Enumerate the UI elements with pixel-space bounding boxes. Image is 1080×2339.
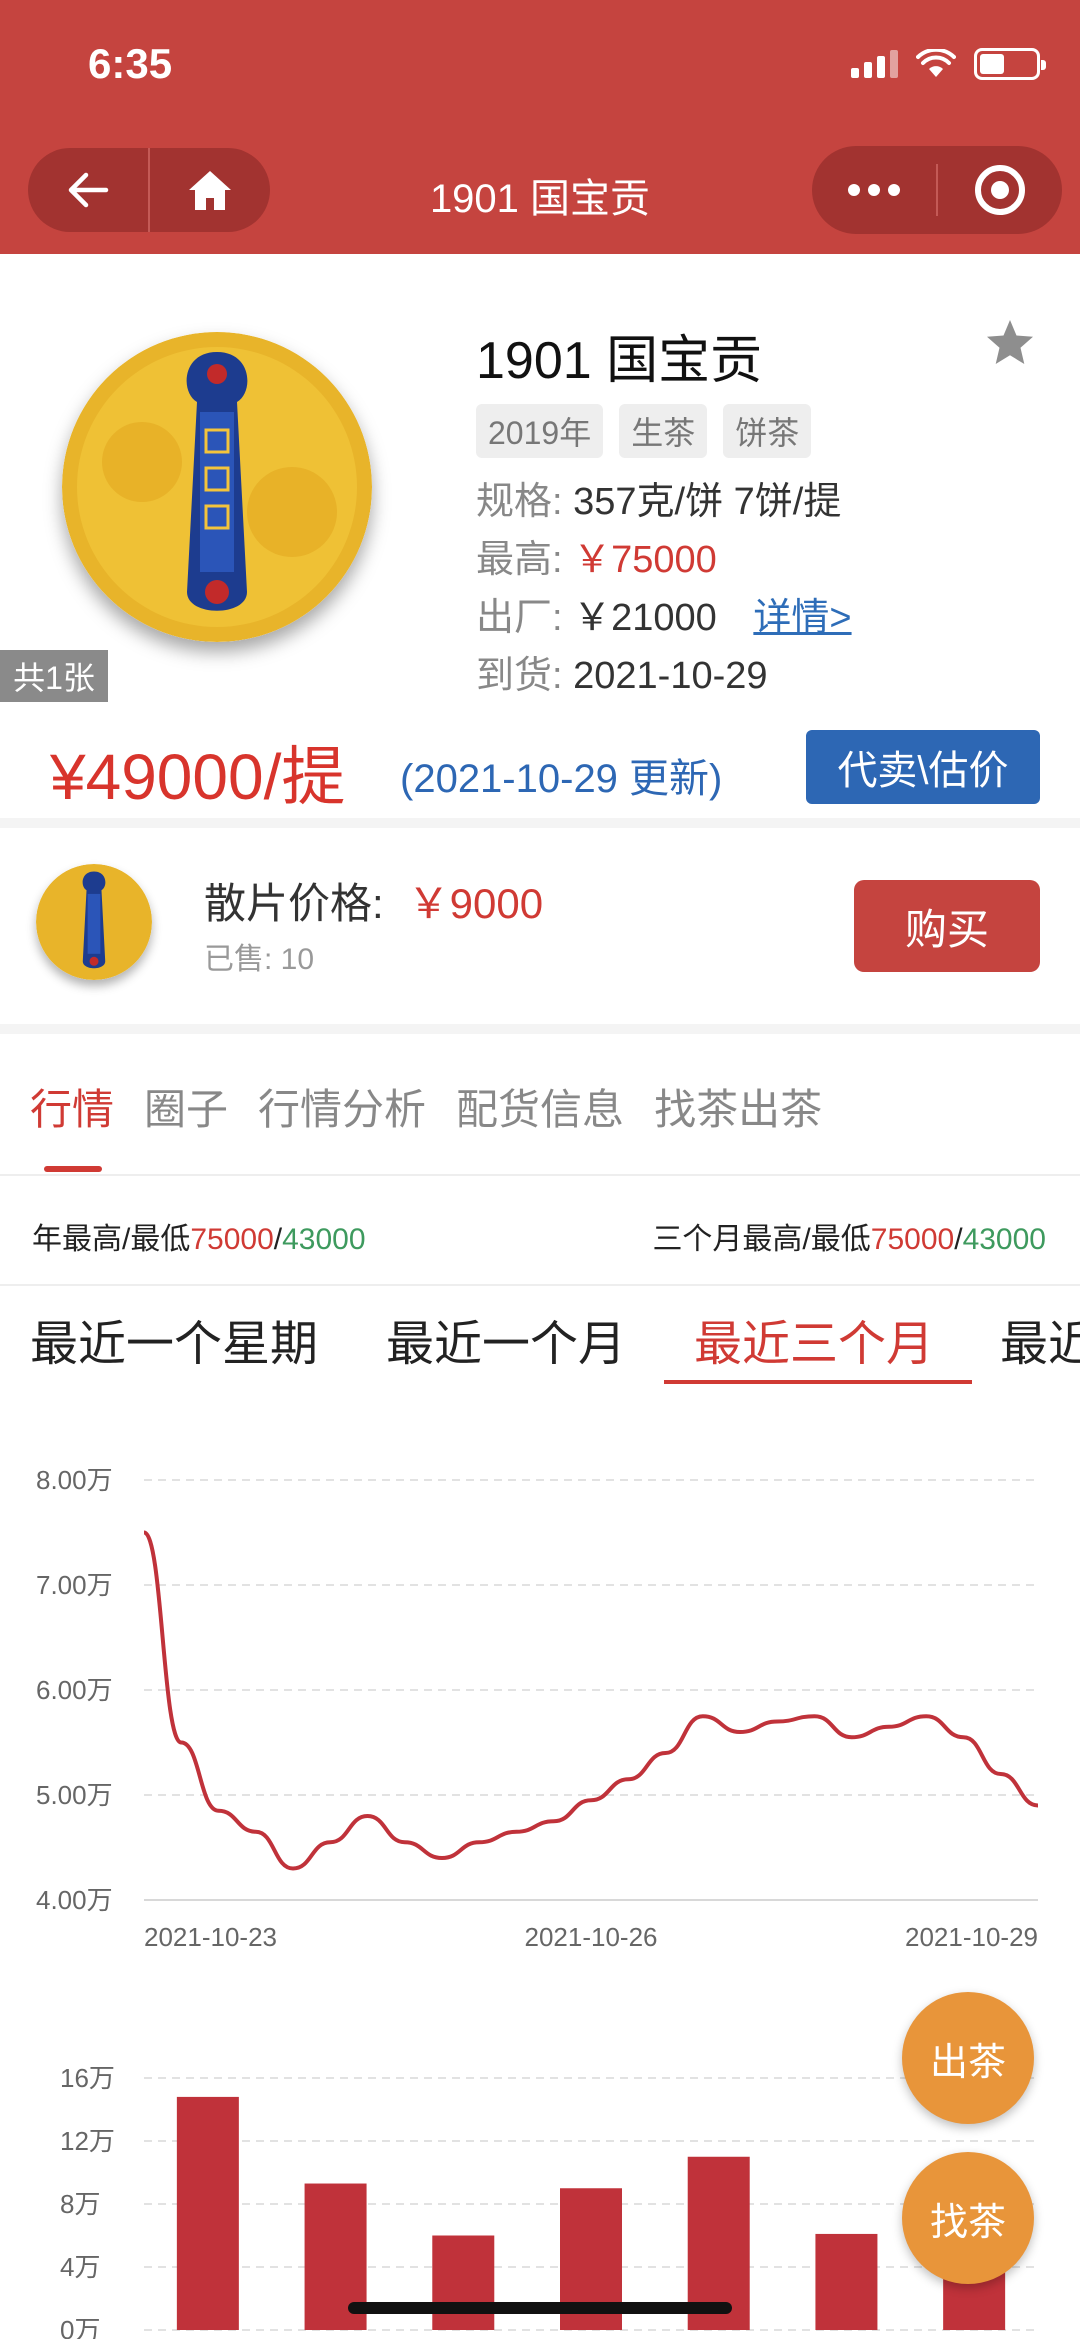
loose-price-label: 散片价格:: [204, 880, 384, 927]
price-line-chart: 8.00万 7.00万 6.00万 5.00万 4.00万 2021-10-23 2021-…: [36, 1465, 1039, 1952]
year-range-label: 年最高/最低: [32, 1223, 191, 1256]
wifi-icon: [916, 49, 956, 77]
tabs-bottom-line: [0, 1174, 1080, 1176]
more-dots-icon: [848, 184, 900, 196]
status-icons: [851, 48, 1046, 80]
battery-icon: [974, 48, 1046, 80]
price-series-line: [142, 1530, 1039, 1871]
three-month-range-label: 三个月最高/最低: [652, 1223, 871, 1256]
more-button[interactable]: [812, 146, 936, 234]
period-month[interactable]: 最近一个月: [386, 1304, 626, 1374]
x-tick-label: 2021-10-29: [905, 1922, 1038, 1952]
details-link[interactable]: 详情>: [753, 597, 851, 639]
tag-shape: 饼茶: [723, 404, 812, 458]
spec-label: 规格:: [476, 481, 563, 523]
content-tabs: 行情 圈子 行情分析 配货信息 找茶出茶: [30, 1076, 822, 1137]
y-tick-label: 8万: [60, 2189, 100, 2219]
volume-bar: [176, 2096, 239, 2330]
find-tea-button[interactable]: 找茶: [902, 2152, 1034, 2284]
period-more[interactable]: 最近: [1000, 1304, 1080, 1374]
signal-icon: [851, 50, 898, 78]
status-time: 6:35: [88, 40, 173, 87]
period-week[interactable]: 最近一个星期: [30, 1304, 318, 1374]
volume-bar: [815, 2233, 878, 2330]
favorite-star-icon[interactable]: [984, 318, 1036, 368]
y-tick-label: 7.00万: [36, 1570, 113, 1600]
image-count-badge: 共1张: [0, 650, 108, 702]
y-tick-label: 4万: [60, 2252, 100, 2282]
x-tick-label: 2021-10-23: [144, 1922, 277, 1952]
range-bottom-line: [0, 1284, 1080, 1286]
nav-right-capsule: [812, 146, 1062, 234]
volume-bar: [432, 2235, 495, 2330]
tea-cake-thumb: [36, 864, 152, 980]
spec-row: 规格: 357克/饼 7饼/提: [476, 470, 841, 525]
target-icon: [975, 165, 1025, 215]
spec-value: 357克/饼 7饼/提: [573, 481, 842, 523]
buy-button[interactable]: 购买: [854, 880, 1040, 972]
arrival-row: 到货: 2021-10-29: [476, 644, 768, 699]
price-update-date: (2021-10-29 更新): [400, 757, 723, 801]
section-divider: [0, 1024, 1080, 1034]
year-range: 年最高/最低75000/43000: [32, 1223, 366, 1256]
year-low: 43000: [282, 1223, 366, 1256]
sell-tea-button[interactable]: 出茶: [902, 1992, 1034, 2124]
loose-price-value: ￥9000: [407, 880, 544, 927]
y-tick-label: 8.00万: [36, 1465, 113, 1495]
tea-cake-image: [62, 332, 372, 642]
y-tick-label: 12万: [60, 2126, 115, 2156]
loose-price-row: 散片价格: ￥9000: [204, 870, 543, 931]
y-tick-label: 4.00万: [36, 1885, 113, 1915]
y-tick-label: 16万: [60, 2063, 115, 2093]
y-tick-label: 5.00万: [36, 1780, 113, 1810]
x-tick-label: 2021-10-26: [525, 1922, 658, 1952]
consign-estimate-button[interactable]: 代卖\估价: [806, 730, 1040, 804]
arrival-value: 2021-10-29: [573, 655, 768, 697]
section-divider: [0, 818, 1080, 828]
factory-value: ￥21000: [573, 597, 717, 639]
current-price: ¥49000/提: [50, 741, 346, 813]
product-tags: 2019年 生茶 饼茶: [476, 404, 812, 458]
home-indicator: [348, 2302, 732, 2314]
factory-label: 出厂:: [476, 597, 563, 639]
tab-analysis[interactable]: 行情分析: [258, 1076, 426, 1137]
three-month-low: 43000: [962, 1223, 1046, 1256]
tag-year: 2019年: [476, 404, 604, 458]
app-header: 6:35 1901 国宝贡: [0, 0, 1080, 254]
product-image[interactable]: [62, 332, 372, 642]
tab-circle[interactable]: 圈子: [144, 1076, 228, 1137]
tab-distribution[interactable]: 配货信息: [456, 1076, 624, 1137]
arrival-label: 到货:: [476, 655, 563, 697]
high-label: 最高:: [476, 539, 563, 581]
tag-type: 生茶: [619, 404, 708, 458]
loose-piece-image[interactable]: [36, 864, 152, 980]
tab-find-sell[interactable]: 找茶出茶: [654, 1076, 822, 1137]
factory-price-row: 出厂: ￥21000 详情>: [476, 586, 852, 641]
tab-market[interactable]: 行情: [30, 1076, 114, 1137]
high-price-row: 最高: ￥75000: [476, 528, 717, 583]
active-period-indicator: [664, 1380, 972, 1384]
close-miniprogram-button[interactable]: [938, 146, 1062, 234]
three-month-high: 75000: [870, 1223, 955, 1256]
three-month-range: 三个月最高/最低75000/43000: [652, 1223, 1046, 1256]
sold-count: 已售: 10: [204, 943, 315, 976]
y-tick-label: 6.00万: [36, 1675, 113, 1705]
product-title: 1901 国宝贡: [476, 332, 763, 390]
active-tab-indicator: [44, 1166, 102, 1172]
high-value: ￥75000: [573, 539, 717, 581]
year-high: 75000: [190, 1223, 274, 1256]
y-tick-label: 0万: [60, 2315, 100, 2339]
period-three-months[interactable]: 最近三个月: [694, 1304, 934, 1374]
